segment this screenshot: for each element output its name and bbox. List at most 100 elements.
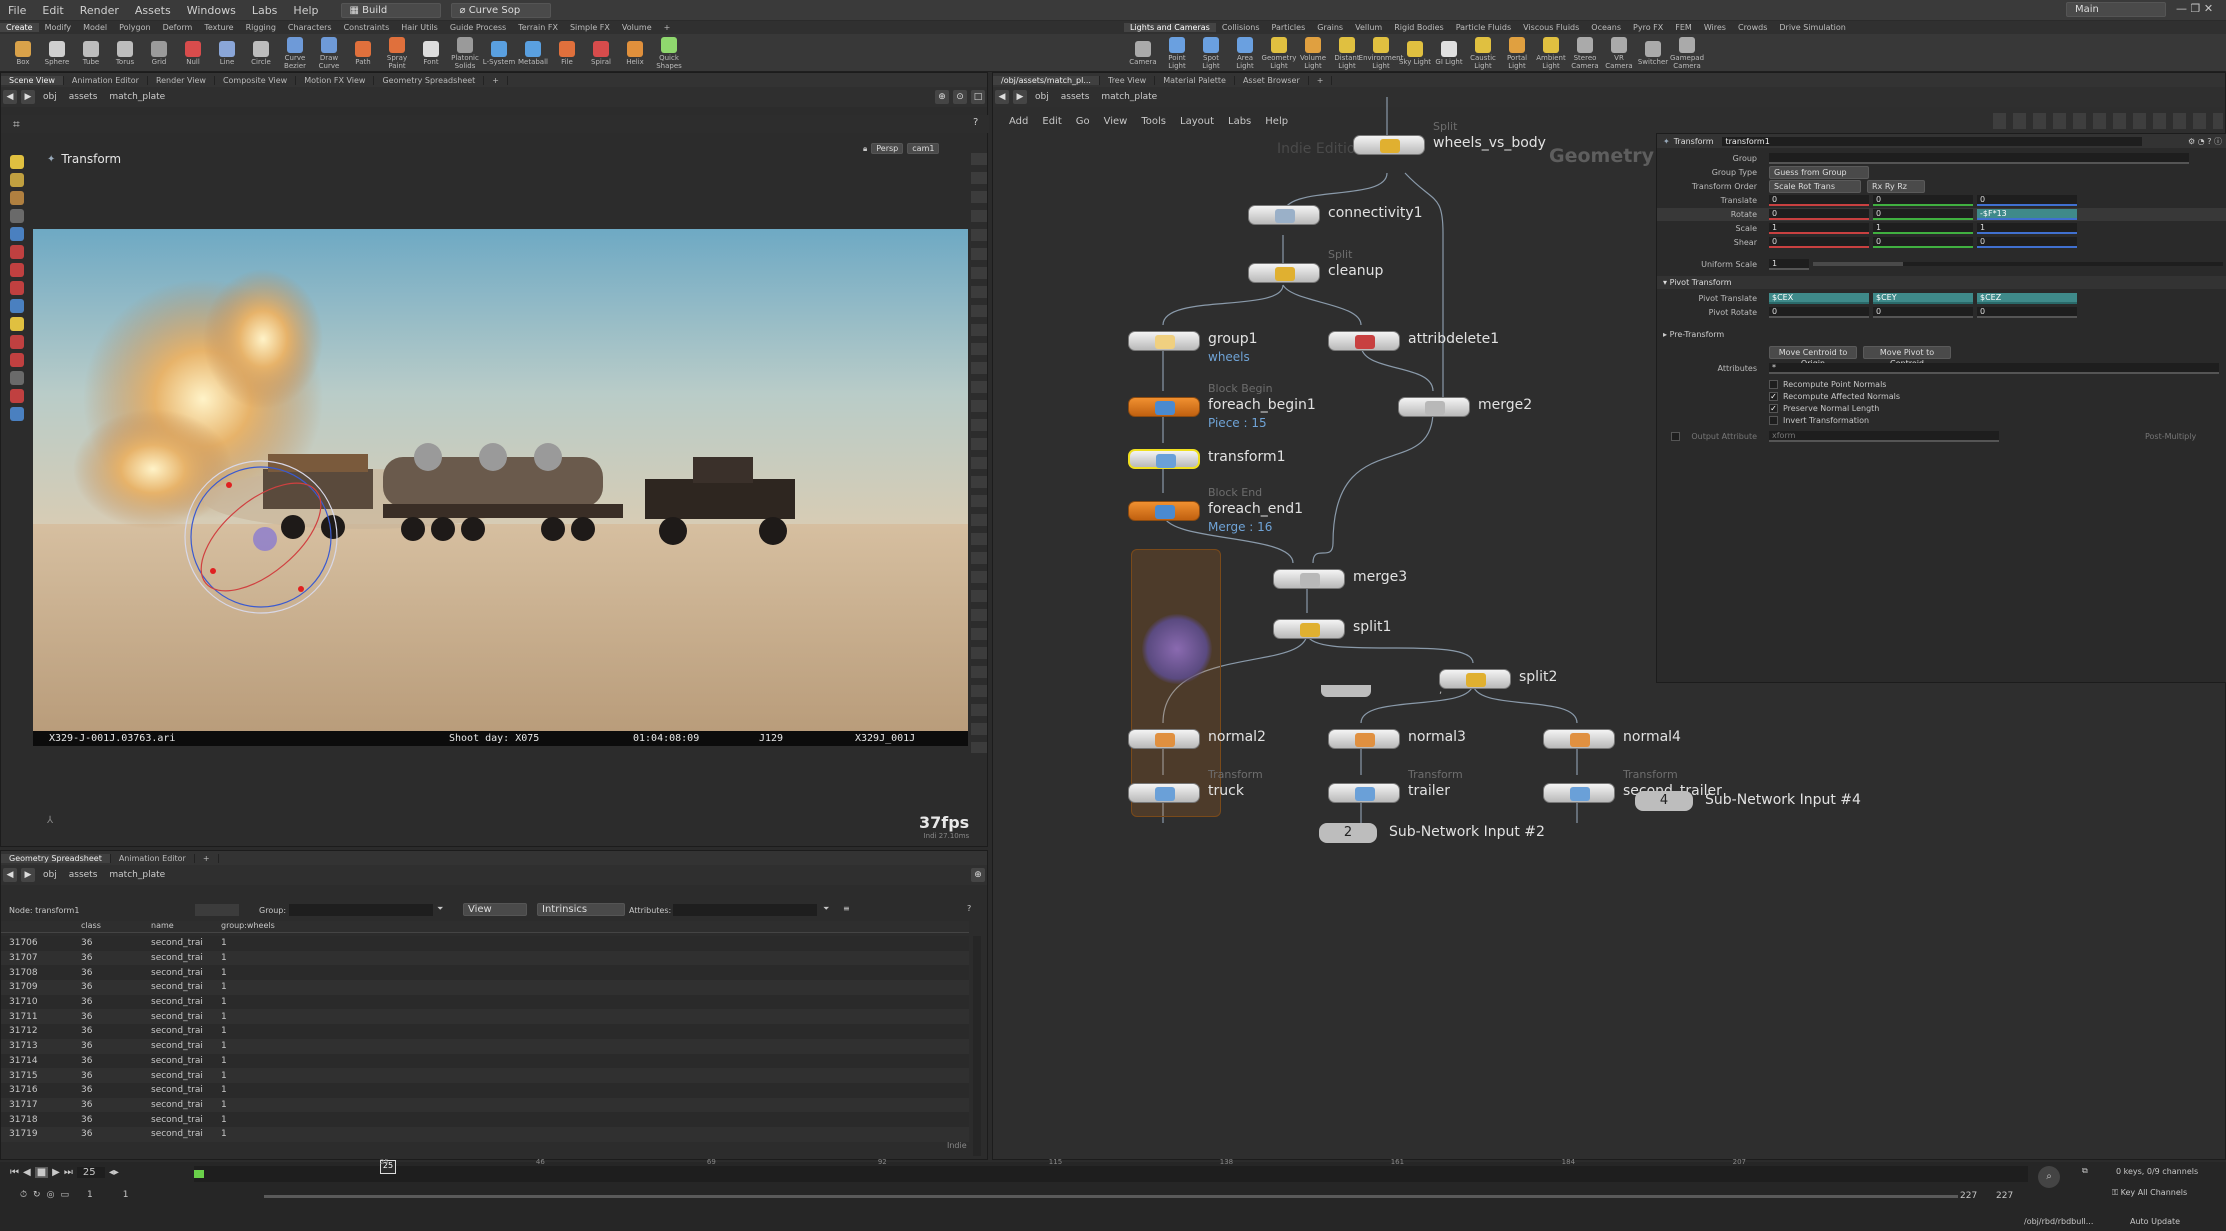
node-name-label[interactable]: connectivity1 (1328, 205, 1423, 221)
shelf-tool-volume-light[interactable]: Volume Light (1296, 37, 1330, 70)
node-body[interactable] (1353, 135, 1425, 155)
view-tool-icon[interactable] (10, 371, 24, 385)
shelf-tab-terrain-fx[interactable]: Terrain FX (512, 23, 564, 32)
node-body[interactable] (1328, 783, 1400, 803)
column-group-wheels[interactable]: group:wheels (221, 921, 275, 930)
lock-camera-icon[interactable]: 🔒︎ (863, 144, 867, 154)
shelf-tool-portal-light[interactable]: Portal Light (1500, 37, 1534, 70)
add-shelf-tab-button[interactable]: + (658, 23, 677, 32)
shelf-tool-gi-light[interactable]: GI Light (1432, 41, 1466, 66)
shelf-tool-vr-camera[interactable]: VR Camera (1602, 37, 1636, 70)
auto-update-dropdown[interactable]: Auto Update (2130, 1217, 2180, 1226)
shelf-tool-point-light[interactable]: Point Light (1160, 37, 1194, 70)
brush-tool-icon[interactable] (10, 335, 24, 349)
param-rotate-x[interactable]: 0 (1769, 209, 1869, 220)
tab-animation-editor[interactable]: Animation Editor (111, 853, 195, 863)
table-row[interactable]: 31718 36 second_trai 1 (1, 1112, 969, 1127)
node-name-label[interactable]: foreach_end1 (1208, 501, 1303, 517)
key-all-channels[interactable]: ⚿ Key All Channels (2112, 1188, 2187, 1198)
path-obj[interactable]: obj (43, 92, 57, 102)
range-start-field[interactable]: 1 (87, 1190, 93, 1200)
display-options-icons[interactable] (971, 153, 987, 753)
shelf-tool-sphere[interactable]: Sphere (40, 41, 74, 66)
realtime-icon[interactable]: ⏱ (20, 1190, 27, 1200)
key-search-icon[interactable]: ⌕ (2038, 1166, 2060, 1188)
shelf-tool-switcher[interactable]: Switcher (1636, 41, 1670, 66)
param-group-input[interactable] (1769, 153, 2189, 164)
menu-labs[interactable]: Labs (244, 4, 286, 17)
shelf-tab-modify[interactable]: Modify (39, 23, 78, 32)
tab-animation-editor[interactable]: Animation Editor (64, 75, 148, 85)
table-row[interactable]: 31713 36 second_trai 1 (1, 1038, 969, 1054)
node-body[interactable] (1248, 205, 1320, 225)
shelf-tab-particle-fluids[interactable]: Particle Fluids (1450, 23, 1517, 32)
shelf-tab-oceans[interactable]: Oceans (1585, 23, 1627, 32)
maximize-icon[interactable]: □ (971, 90, 985, 104)
shelf-tool-sky-light[interactable]: Sky Light (1398, 41, 1432, 66)
parameter-toolbar-icons[interactable]: ⚙ ◔ ? ⓘ (2188, 136, 2222, 147)
back-arrow-icon[interactable]: ◀ (3, 90, 17, 104)
param-translate-z[interactable]: 0 (1977, 195, 2077, 206)
playback-end-field[interactable]: 227 (1996, 1191, 2013, 1201)
node-body[interactable] (1128, 501, 1200, 521)
persp-dropdown[interactable]: Persp (871, 143, 904, 154)
param-pivot-rotate-x[interactable]: 0 (1769, 307, 1869, 318)
checkbox-box[interactable]: ✓ (1769, 404, 1778, 413)
transform-order-dropdown[interactable]: Scale Rot Trans (1769, 180, 1861, 193)
shelf-tab-create[interactable]: Create (0, 23, 39, 32)
curve-sop-dropdown[interactable]: ⌀ Curve Sop (450, 2, 551, 18)
key-frame-icons[interactable]: ◂▸ (109, 1167, 119, 1178)
shelf-tab-pyro-fx[interactable]: Pyro FX (1627, 23, 1669, 32)
play-icon[interactable]: ▶ (52, 1167, 60, 1178)
audio-icon[interactable]: ◎ (47, 1190, 55, 1200)
pivot-transform-section[interactable]: ▾ Pivot Transform (1657, 276, 2226, 289)
node-body[interactable] (1128, 729, 1200, 749)
pin-icon[interactable]: ⊕ (935, 90, 949, 104)
columns-icon[interactable]: ≡ (843, 904, 850, 913)
current-frame-field[interactable]: 25 (76, 1167, 105, 1178)
shelf-tool-area-light[interactable]: Area Light (1228, 37, 1262, 70)
menu-edit[interactable]: Edit (34, 4, 71, 17)
shelf-tool-file[interactable]: File (550, 41, 584, 66)
loop-icon[interactable]: ↻ (33, 1190, 41, 1200)
camera-dropdown[interactable]: cam1 (907, 143, 940, 154)
shelf-tool-spiral[interactable]: Spiral (584, 41, 618, 66)
scale-tool-icon[interactable] (10, 281, 24, 295)
timeline-track[interactable]: 25 (194, 1160, 2028, 1182)
build-desktop-dropdown[interactable]: ▦ Build (340, 2, 441, 18)
node-name-label[interactable]: truck (1208, 783, 1244, 799)
shelf-tab-guide-process[interactable]: Guide Process (444, 23, 512, 32)
shelf-tab-volume[interactable]: Volume (616, 23, 658, 32)
node-body[interactable] (1128, 449, 1200, 469)
shelf-tab-texture[interactable]: Texture (198, 23, 239, 32)
path-assets[interactable]: assets (69, 92, 98, 102)
checkbox-box[interactable]: ✓ (1769, 392, 1778, 401)
tab-scene-view[interactable]: Scene View (1, 75, 64, 85)
shelf-tool-box[interactable]: Box (6, 41, 40, 66)
node-name-label[interactable]: split1 (1353, 619, 1391, 635)
node-name-label[interactable]: normal2 (1208, 729, 1266, 745)
param-pivot-translate-y[interactable]: $CEY (1873, 293, 1973, 304)
node-name-label[interactable]: group1 (1208, 331, 1258, 347)
param-rotate-z[interactable]: -$F*13 (1977, 209, 2077, 220)
view-dropdown[interactable]: View (463, 903, 527, 916)
render-region-icon[interactable] (10, 389, 24, 403)
partial-node[interactable] (1321, 685, 1371, 697)
node-name-label[interactable]: foreach_begin1 (1208, 397, 1316, 413)
table-row[interactable]: 31710 36 second_trai 1 (1, 994, 969, 1010)
main-desktop-dropdown[interactable]: Main (2066, 2, 2166, 17)
group-filter-input[interactable] (289, 904, 433, 916)
column-class[interactable]: class (81, 921, 101, 930)
range-end-field[interactable]: 227 (1960, 1191, 1977, 1201)
rotation-order-dropdown[interactable]: Rx Ry Rz (1867, 180, 1925, 193)
shelf-tab-wires[interactable]: Wires (1698, 23, 1732, 32)
shelf-tool-circle[interactable]: Circle (244, 41, 278, 66)
node-body[interactable] (1273, 569, 1345, 589)
table-row[interactable]: 31719 36 second_trai 1 (1, 1126, 969, 1142)
shelf-tool-font[interactable]: Font (414, 41, 448, 66)
shelf-tool-ambient-light[interactable]: Ambient Light (1534, 37, 1568, 70)
shelf-tab-collisions[interactable]: Collisions (1216, 23, 1266, 32)
menu-help[interactable]: Help (285, 4, 326, 17)
select-tool-icon[interactable] (10, 155, 24, 169)
jump-start-icon[interactable]: ⏮ (10, 1167, 19, 1178)
